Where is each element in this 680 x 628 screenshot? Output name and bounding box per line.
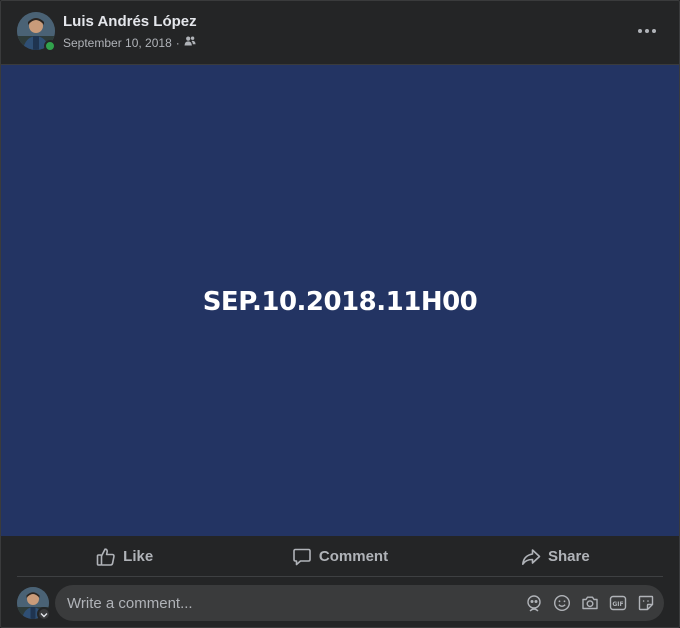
avatar-sticker-icon[interactable] [524, 593, 544, 613]
media-text: SEP.10.2018.11H00 [202, 286, 478, 317]
more-horizontal-icon [638, 20, 656, 38]
post-date[interactable]: September 10, 2018 [63, 36, 172, 50]
post-media[interactable]: SEP.10.2018.11H00 [1, 64, 679, 536]
comment-box: GIF [55, 585, 664, 621]
friends-icon[interactable] [184, 35, 196, 50]
thumbs-up-icon [96, 547, 116, 567]
comment-label: Comment [318, 548, 389, 565]
chevron-down-icon [40, 605, 48, 623]
gif-icon[interactable]: GIF [608, 593, 628, 613]
share-label: Share [547, 548, 590, 565]
camera-icon[interactable] [580, 593, 600, 613]
post-header: Luis Andrés López September 10, 2018 · [1, 1, 679, 64]
sticker-icon[interactable] [636, 593, 656, 613]
author-name[interactable]: Luis Andrés López [63, 13, 197, 30]
post-actions: Like Comment Share [17, 537, 663, 577]
share-button[interactable]: Share [448, 540, 663, 574]
meta-separator: · [175, 35, 180, 50]
emoji-icon[interactable] [552, 593, 572, 613]
post-meta: September 10, 2018 · [63, 35, 196, 50]
like-label: Like [123, 548, 154, 565]
online-status-dot [44, 40, 56, 52]
comment-input[interactable] [55, 585, 515, 621]
svg-text:GIF: GIF [612, 601, 623, 608]
comment-composer: GIF [17, 585, 665, 621]
post-card: Luis Andrés López September 10, 2018 · S… [0, 0, 680, 628]
comment-bubble-icon [292, 547, 312, 567]
like-button[interactable]: Like [17, 540, 232, 574]
share-arrow-icon [521, 547, 541, 567]
comment-button[interactable]: Comment [232, 540, 447, 574]
profile-switcher-button[interactable] [37, 607, 51, 621]
comment-attachment-icons: GIF [524, 585, 656, 621]
more-options-button[interactable] [629, 15, 665, 43]
